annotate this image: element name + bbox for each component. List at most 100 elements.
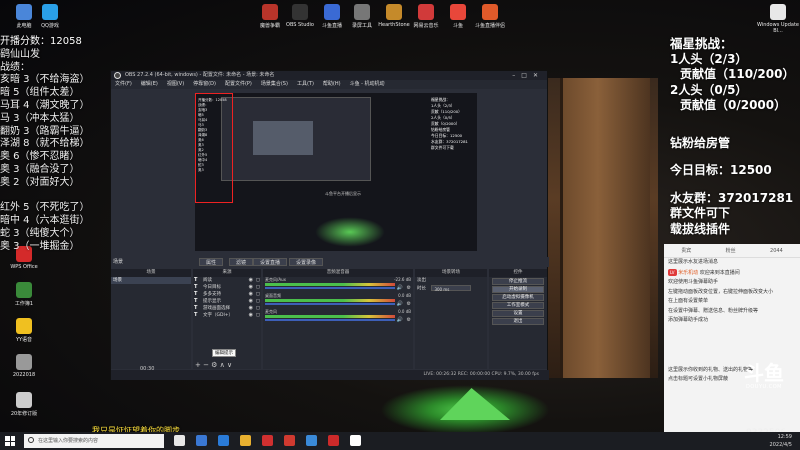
record-line: 奥 3（一堆掘金） [0,240,80,252]
menu-item[interactable]: 工具(T) [297,81,314,87]
record-line: 泽湖 8（就不给梯） [0,138,90,150]
chat-tab[interactable]: 贵宾 [681,247,691,254]
explorer-icon[interactable] [240,435,251,446]
obs-title-bar[interactable]: OBS 27.2.4 (64-bit, windows) - 配置文件: 未命名… [111,71,547,80]
control-button[interactable]: 停止推流 [492,278,544,285]
task-view-icon[interactable] [174,435,185,446]
source-item[interactable]: T 多多支持 ◉ ▢ [193,291,261,298]
warcraft-icon[interactable] [328,435,339,446]
menu-item[interactable]: 停靠窗(D) [193,81,216,87]
properties-button[interactable]: 属性 [199,258,224,266]
menu-item[interactable]: 编辑(E) [141,81,158,87]
desktop-shortcut[interactable]: 工作簿1 [2,282,46,307]
desktop-shortcut[interactable]: 2022018 [2,354,46,378]
menu-item[interactable]: 配置文件(P) [225,81,252,87]
gear-icon[interactable]: ⚙ [407,317,411,323]
visibility-icon[interactable]: ◉ [249,277,253,284]
lock-icon[interactable]: ▢ [256,291,260,298]
source-name: 今日目标 [203,285,221,290]
volume-slider[interactable] [265,319,395,321]
visibility-icon[interactable]: ◉ [249,305,253,312]
edge-icon[interactable] [196,435,207,446]
duration-input[interactable]: 300 ms [431,285,472,292]
search-icon [28,437,34,443]
gear-icon[interactable]: ⚙ [407,301,411,307]
visibility-icon[interactable]: ◉ [249,291,253,298]
menu-item[interactable]: 帮助(H) [323,81,341,87]
volume-slider[interactable] [265,303,395,305]
filters-button[interactable]: 滤镜 [229,258,254,266]
folder-icon [16,354,32,370]
source-name: 阅读 [203,278,212,283]
visibility-icon[interactable]: ◉ [249,312,253,319]
chat-message: 在上面有设置菜单 [664,297,800,307]
preview-record-line: 奥3 [198,168,204,172]
obs-preview[interactable]: 开播分数：12058 战绩： 亥暗3 暗5 马耳4 马3 翻奶3 泽湖8 奥6 奥3 奥2 红外5 暗中… [195,93,477,251]
lock-icon[interactable]: ▢ [256,277,260,284]
lock-icon[interactable]: ▢ [256,305,260,312]
chat-message: 在设置中弹幕、赠送信息、粉丝牌升级等 [664,307,800,317]
desktop-shortcut-label: Windows Update Bl... [756,22,800,34]
menu-item[interactable]: 文件(F) [115,81,132,87]
obs-window[interactable]: OBS 27.2.4 (64-bit, windows) - 配置文件: 未命名… [110,70,549,380]
source-item[interactable]: T 文字（GDI+） ◉ ▢ [193,312,261,319]
obs-taskbar-icon[interactable] [350,435,361,446]
obs-menu-bar[interactable]: 文件(F) 编辑(E) 视图(V) 停靠窗(D) 配置文件(P) 场景集合(S) 工具(T)… [111,80,547,89]
desktop-shortcut-label: 斗鱼直播伴侣 [474,23,505,29]
volume-slider[interactable] [265,287,395,289]
danmaku-panel[interactable]: 贵宾 粉丝 2044 这里展示水友进场消息 LV 米乐机动 欢迎来到本直播间 欢迎使用斗… [664,244,800,432]
qq-icon[interactable] [306,435,317,446]
control-button[interactable]: 工作室模式 [492,302,544,309]
gear-icon[interactable]: ⚙ [407,285,411,291]
desktop-shortcut[interactable]: YY语音 [2,318,46,343]
source-item[interactable]: T 提示显示 ◉ ▢ [193,298,261,305]
transition-type[interactable]: 淡出 [415,277,487,285]
lock-icon[interactable]: ▢ [256,312,260,319]
chat-tab[interactable]: 2044 [770,248,783,254]
store-icon[interactable] [218,435,229,446]
speaker-icon[interactable]: 🔊 [397,285,403,291]
douyu-icon[interactable] [284,435,295,446]
menu-item[interactable]: 斗鱼 - 机动机动 [350,81,385,87]
start-button[interactable] [5,436,15,446]
desktop-shortcut[interactable]: 斗鱼直播伴侣 [468,4,512,29]
desktop-shortcut[interactable]: QQ游戏 [28,4,72,29]
source-item[interactable]: T 今日目标 ◉ ▢ [193,284,261,291]
desktop-shortcut[interactable]: Windows Update Bl... [756,4,800,34]
control-button[interactable]: 退出 [492,318,544,325]
text-source-icon: T [194,312,198,318]
video-scrubber[interactable]: 00:30 [140,366,658,378]
window-controls[interactable]: –□✕ [512,71,544,80]
netease-music-icon[interactable] [262,435,273,446]
control-button[interactable]: 开始录制 [492,286,544,293]
source-item[interactable]: T 阅读 ◉ ▢ [193,277,261,284]
record-settings-button[interactable]: 设置录像 [289,258,324,266]
visibility-icon[interactable]: ◉ [249,284,253,291]
chat-tab[interactable]: 粉丝 [726,247,736,254]
speaker-icon[interactable]: 🔊 [397,301,403,307]
record-line [0,190,95,203]
record-line: 亥暗 3（不给海盗） [0,74,90,86]
preview-selected-source[interactable]: 开播分数：12058 战绩： 亥暗3 暗5 马耳4 马3 翻奶3 泽湖8 奥6 奥3 奥2 红外5 暗中… [195,93,233,203]
tooltip: 编辑提示 [212,349,236,357]
challenge-line: 贡献值（110/200） [680,67,795,81]
preview-caption: 斗鱼平台开播后显示 [325,191,361,196]
lock-icon[interactable]: ▢ [256,298,260,305]
system-tray[interactable]: 12:59 2022/4/5 [770,433,792,449]
desktop-shortcut[interactable]: 20年修订版 [2,392,46,417]
menu-item[interactable]: 场景集合(S) [261,81,288,87]
chat-user[interactable]: 米乐机动 [677,270,700,276]
transition-duration[interactable]: 时长 300 ms [415,285,487,294]
source-item[interactable]: T 游戏画面选择 ◉ ▢ [193,305,261,312]
menu-item[interactable]: 视图(V) [167,81,184,87]
chat-text: 点击标题可设置小礼物屏蔽 [668,376,729,382]
visibility-icon[interactable]: ◉ [249,298,253,305]
control-button[interactable]: 启动虚拟摄像机 [492,294,544,301]
taskbar-search[interactable]: 在这里输入你要搜索的内容 [24,434,164,448]
speaker-icon[interactable]: 🔊 [397,317,403,323]
lock-icon[interactable]: ▢ [256,284,260,291]
stream-settings-button[interactable]: 设置直播 [253,258,288,266]
control-button[interactable]: 设置 [492,310,544,317]
text-source-icon: T [194,277,198,283]
scene-item[interactable]: 场景 [111,277,191,284]
